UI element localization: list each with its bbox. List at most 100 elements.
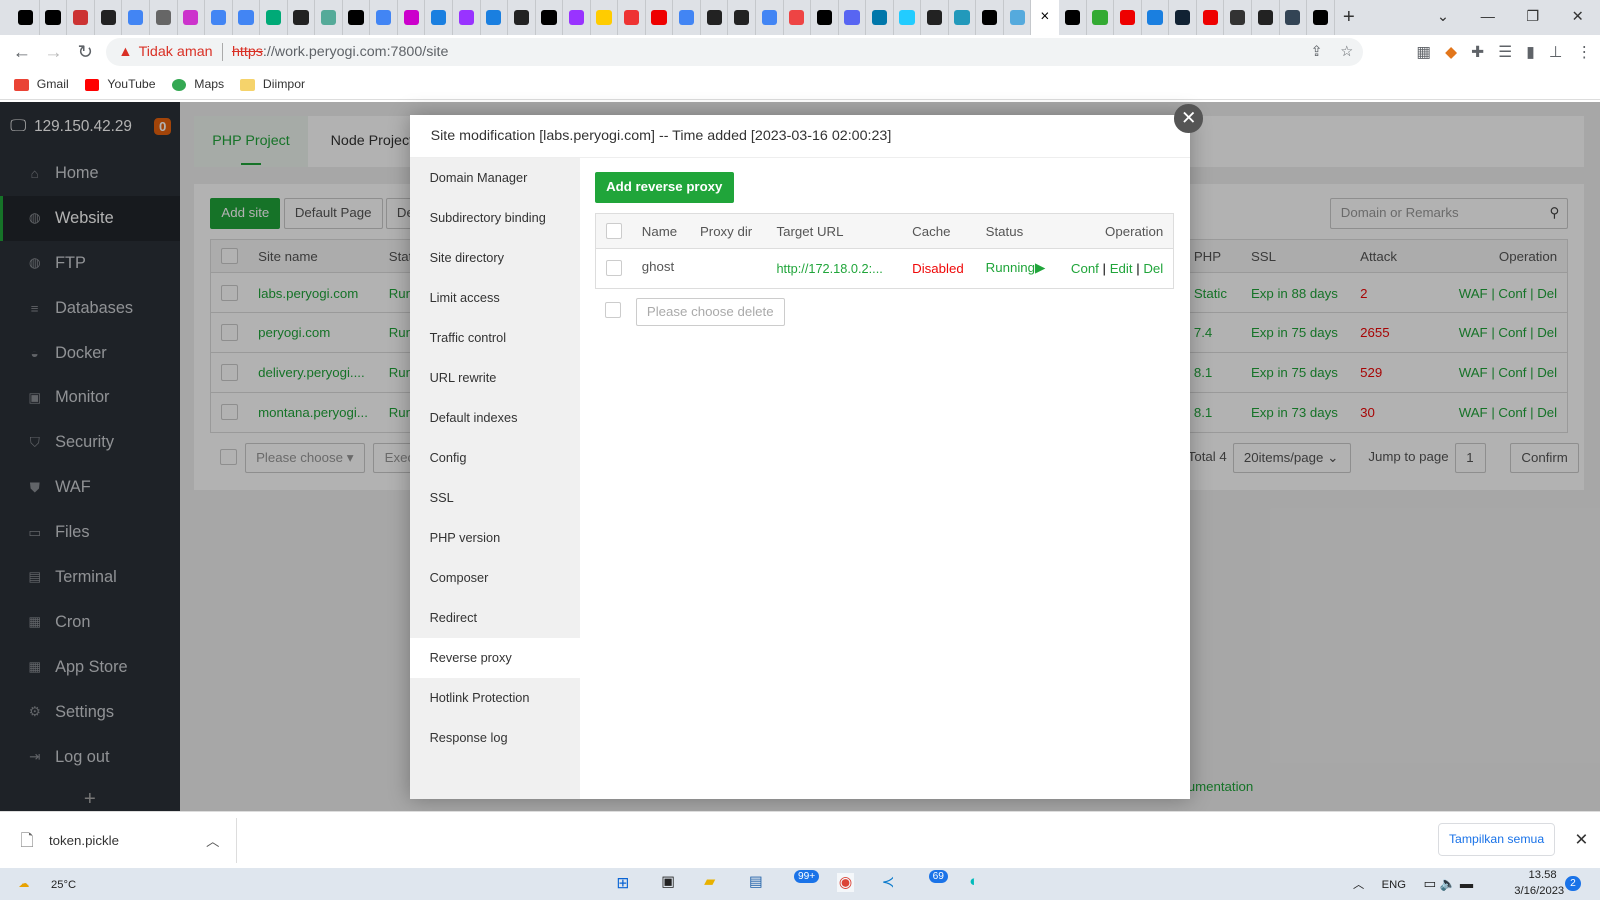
browser-tab[interactable]: [866, 0, 894, 35]
browser-tab[interactable]: [508, 0, 536, 35]
browser-tab[interactable]: [1252, 0, 1280, 35]
browser-tab[interactable]: [233, 0, 261, 35]
side-panel-icon[interactable]: ▮: [1526, 43, 1534, 62]
browser-tab[interactable]: [1197, 0, 1225, 35]
reload-icon[interactable]: ↻: [69, 41, 101, 63]
browser-tab[interactable]: [784, 0, 812, 35]
select-all-checkbox[interactable]: [606, 222, 623, 240]
bookmark-gmail[interactable]: Gmail: [14, 77, 69, 91]
browser-tab[interactable]: [976, 0, 1004, 35]
browser-tab[interactable]: [591, 0, 619, 35]
browser-tab[interactable]: [343, 0, 371, 35]
browser-tab[interactable]: [12, 0, 40, 35]
chrome-icon[interactable]: ◉: [836, 873, 855, 893]
browser-tab[interactable]: [563, 0, 591, 35]
bookmark-maps[interactable]: Maps: [171, 77, 224, 91]
modal-nav-response-log[interactable]: Response log: [410, 718, 579, 758]
vscode-icon[interactable]: ≺: [882, 873, 895, 892]
browser-tab[interactable]: [949, 0, 977, 35]
browser-tab[interactable]: [67, 0, 95, 35]
row-checkbox[interactable]: [606, 260, 623, 277]
tab-search-icon[interactable]: ⌄: [1420, 9, 1465, 25]
modal-nav-limit-access[interactable]: Limit access: [410, 278, 579, 318]
active-tab-close-button[interactable]: ×: [1030, 0, 1060, 35]
metamask-icon[interactable]: ◆: [1445, 43, 1457, 62]
language[interactable]: ENG: [1382, 879, 1406, 891]
modal-nav-composer[interactable]: Composer: [410, 558, 579, 598]
modal-nav-default-indexes[interactable]: Default indexes: [410, 398, 579, 438]
chevron-up-icon[interactable]: ︿: [206, 831, 219, 850]
browser-tab[interactable]: [536, 0, 564, 35]
modal-nav-reverse-proxy[interactable]: Reverse proxy: [410, 637, 580, 678]
profile-icon[interactable]: ⊥: [1549, 43, 1562, 62]
bulk-checkbox[interactable]: [605, 302, 622, 319]
browser-tab[interactable]: [1224, 0, 1252, 35]
close-downloads-icon[interactable]: ✕: [1574, 830, 1588, 850]
notification-count[interactable]: 2: [1565, 875, 1581, 891]
restore-button[interactable]: ❐: [1510, 9, 1555, 25]
del-link[interactable]: Del: [1143, 261, 1163, 276]
browser-tab[interactable]: [40, 0, 68, 35]
star-icon[interactable]: ☆: [1340, 44, 1353, 60]
bookmark-folder-diimpor[interactable]: Diimpor: [240, 77, 305, 91]
menu-icon[interactable]: ⋮: [1577, 43, 1592, 62]
add-reverse-proxy-button[interactable]: Add reverse proxy: [594, 172, 734, 204]
store-icon[interactable]: ▤: [749, 874, 762, 890]
tray-chevron-icon[interactable]: ︿: [1353, 876, 1364, 892]
modal-nav-hotlink-protection[interactable]: Hotlink Protection: [410, 678, 579, 718]
weather-temp[interactable]: 25°C: [51, 879, 76, 891]
minimize-button[interactable]: —: [1465, 9, 1510, 25]
edge-icon[interactable]: ◐: [969, 873, 978, 891]
browser-tab[interactable]: [370, 0, 398, 35]
browser-tab[interactable]: [205, 0, 233, 35]
browser-tab[interactable]: [839, 0, 867, 35]
modal-nav-redirect[interactable]: Redirect: [410, 598, 579, 638]
browser-tab[interactable]: [398, 0, 426, 35]
qr-icon[interactable]: ▦: [1416, 43, 1430, 62]
modal-nav-ssl[interactable]: SSL: [410, 478, 579, 518]
conf-link[interactable]: Conf: [1071, 261, 1099, 276]
modal-nav-config[interactable]: Config: [410, 438, 579, 478]
browser-tab[interactable]: [646, 0, 674, 35]
browser-tab[interactable]: [95, 0, 123, 35]
browser-tab[interactable]: [288, 0, 316, 35]
close-window-button[interactable]: ✕: [1555, 9, 1600, 25]
browser-tab[interactable]: [1004, 0, 1032, 35]
browser-tab[interactable]: [618, 0, 646, 35]
running-status[interactable]: Running▶: [986, 260, 1046, 276]
browser-tab[interactable]: [673, 0, 701, 35]
security-warning[interactable]: Tidak aman: [139, 44, 213, 60]
task-view-icon[interactable]: ▣: [661, 874, 674, 890]
back-icon[interactable]: ←: [6, 41, 38, 63]
browser-tab[interactable]: [756, 0, 784, 35]
puzzle-icon[interactable]: ✚: [1471, 43, 1484, 62]
modal-nav-domain-manager[interactable]: Domain Manager: [410, 158, 579, 198]
clock-time[interactable]: 13.58: [1529, 869, 1557, 881]
browser-tab[interactable]: [178, 0, 206, 35]
browser-tab[interactable]: [921, 0, 949, 35]
browser-tab[interactable]: [1280, 0, 1308, 35]
modal-close-button[interactable]: ✕: [1174, 104, 1204, 133]
modal-nav-site-directory[interactable]: Site directory: [410, 238, 579, 278]
browser-tab[interactable]: [260, 0, 288, 35]
browser-tab[interactable]: [425, 0, 453, 35]
share-icon[interactable]: ⇪: [1310, 44, 1322, 60]
modal-nav-traffic-control[interactable]: Traffic control: [410, 318, 579, 358]
start-icon[interactable]: ⊞: [616, 874, 629, 893]
forward-icon[interactable]: →: [38, 41, 70, 63]
browser-tab[interactable]: [315, 0, 343, 35]
clock-date[interactable]: 3/16/2023: [1514, 885, 1564, 897]
browser-tab[interactable]: [1059, 0, 1087, 35]
browser-tab[interactable]: [1169, 0, 1197, 35]
network-volume-battery-icons[interactable]: ▭ 🔈 ▬: [1423, 876, 1473, 892]
cache-status[interactable]: Disabled: [912, 261, 964, 276]
modal-nav-url-rewrite[interactable]: URL rewrite: [410, 358, 579, 398]
browser-tab[interactable]: [1087, 0, 1115, 35]
explorer-icon[interactable]: ▰: [704, 874, 715, 890]
modal-nav-php-version[interactable]: PHP version: [410, 518, 579, 558]
show-all-button[interactable]: Tampilkan semua: [1437, 823, 1556, 857]
browser-tab[interactable]: [481, 0, 509, 35]
browser-tab[interactable]: [122, 0, 150, 35]
mail-badge[interactable]: 69: [928, 870, 949, 884]
browser-tab[interactable]: [894, 0, 922, 35]
